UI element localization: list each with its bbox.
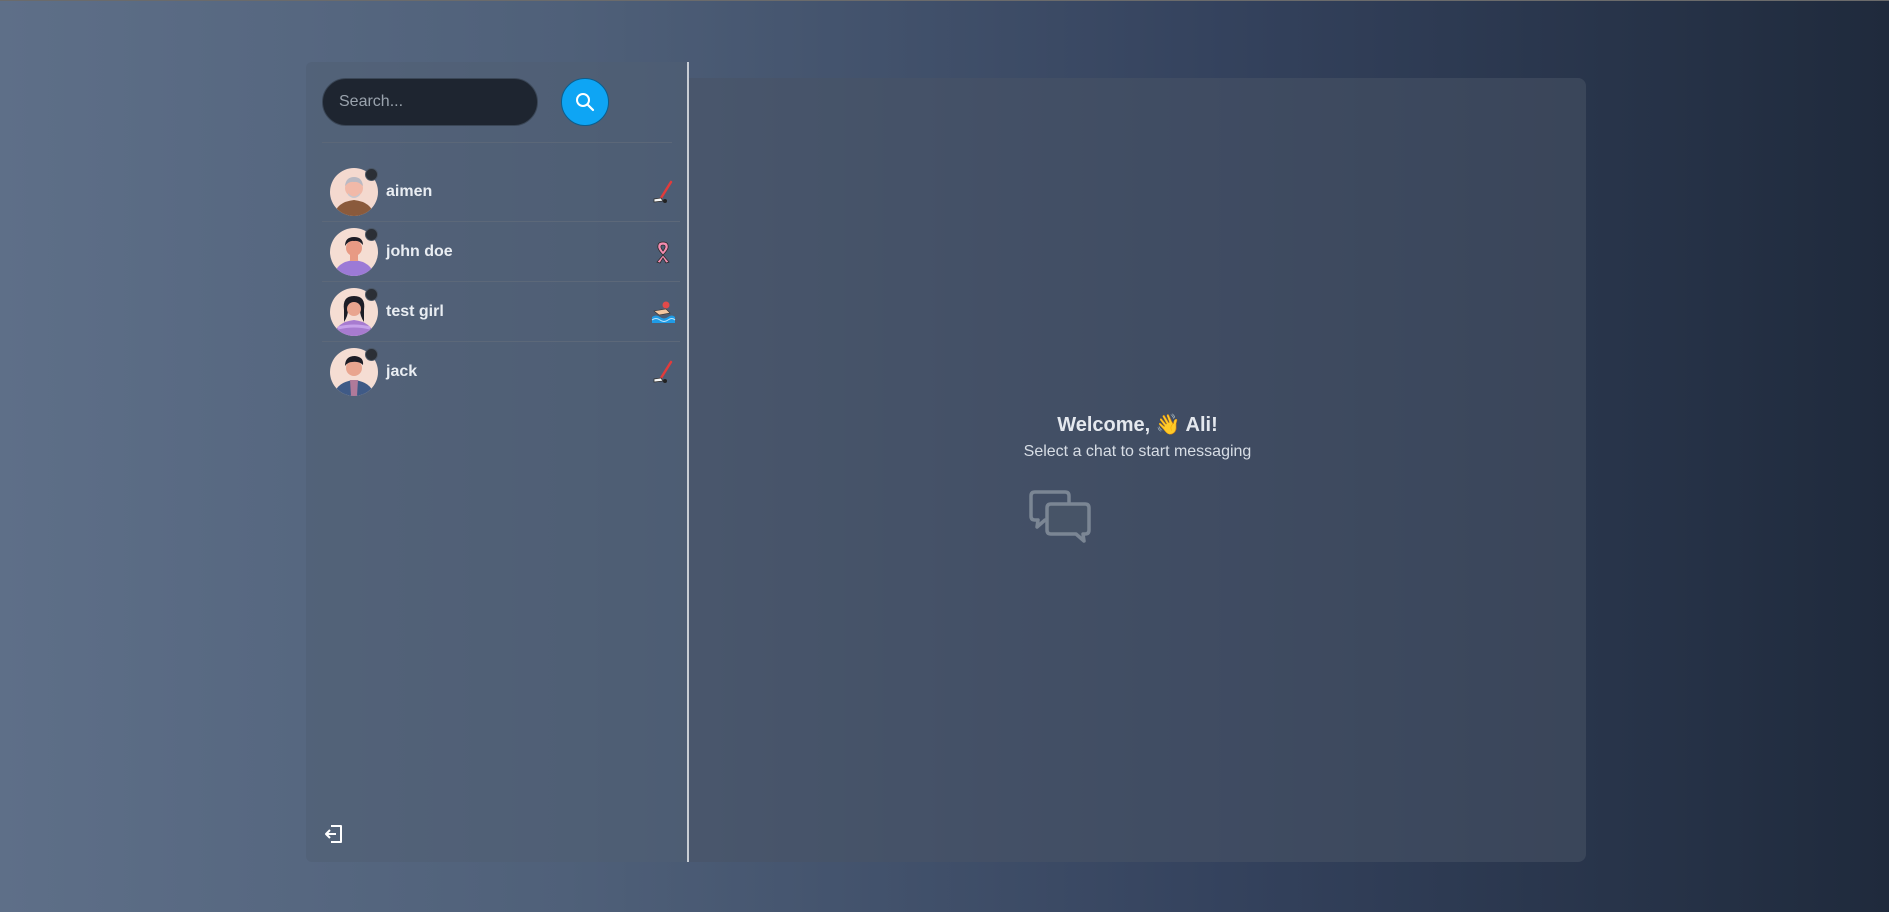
sidebar: aimen <box>306 62 689 862</box>
user-name: Ali! <box>1185 414 1218 436</box>
hockey-stick-icon <box>650 179 676 205</box>
welcome-title: Welcome, 👋 Ali! <box>689 412 1586 437</box>
welcome-prefix: Welcome, <box>1057 414 1151 436</box>
swimmer-icon <box>650 299 676 325</box>
conversation-item-jack[interactable]: jack <box>322 342 680 401</box>
chat-bubbles-icon <box>1029 490 1093 544</box>
search-input[interactable] <box>322 78 538 126</box>
conversation-item-test-girl[interactable]: test girl <box>322 282 680 342</box>
sidebar-divider <box>322 142 672 143</box>
conversation-item-aimen[interactable]: aimen <box>322 162 680 222</box>
conversation-name: aimen <box>386 182 433 200</box>
welcome-subtitle: Select a chat to start messaging <box>1023 443 1252 460</box>
conversation-name: john doe <box>386 242 453 260</box>
conversation-list: aimen john doe test girl jack <box>322 162 680 401</box>
hockey-stick-icon <box>650 359 676 385</box>
search-button[interactable] <box>561 78 609 126</box>
search-bar <box>322 78 672 126</box>
logout-button[interactable] <box>322 822 346 846</box>
status-indicator <box>365 347 378 361</box>
ribbon-icon <box>650 239 676 265</box>
avatar <box>330 227 378 276</box>
status-indicator <box>365 167 378 181</box>
logout-icon <box>325 825 342 843</box>
avatar <box>330 347 378 396</box>
avatar <box>330 287 378 336</box>
conversation-name: jack <box>386 362 418 380</box>
conversation-item-john-doe[interactable]: john doe <box>322 222 680 282</box>
conversation-name: test girl <box>386 302 444 320</box>
welcome-message: Welcome, 👋 Ali! Select a chat to start m… <box>689 412 1586 461</box>
avatar <box>330 167 378 216</box>
window-top-border <box>0 0 1889 1</box>
status-indicator <box>365 227 378 241</box>
chat-main-panel: Welcome, 👋 Ali! Select a chat to start m… <box>689 78 1586 862</box>
status-indicator <box>365 287 378 301</box>
waving-hand-icon: 👋 <box>1155 414 1181 436</box>
chat-app: aimen <box>306 62 1586 862</box>
search-icon <box>576 93 595 112</box>
